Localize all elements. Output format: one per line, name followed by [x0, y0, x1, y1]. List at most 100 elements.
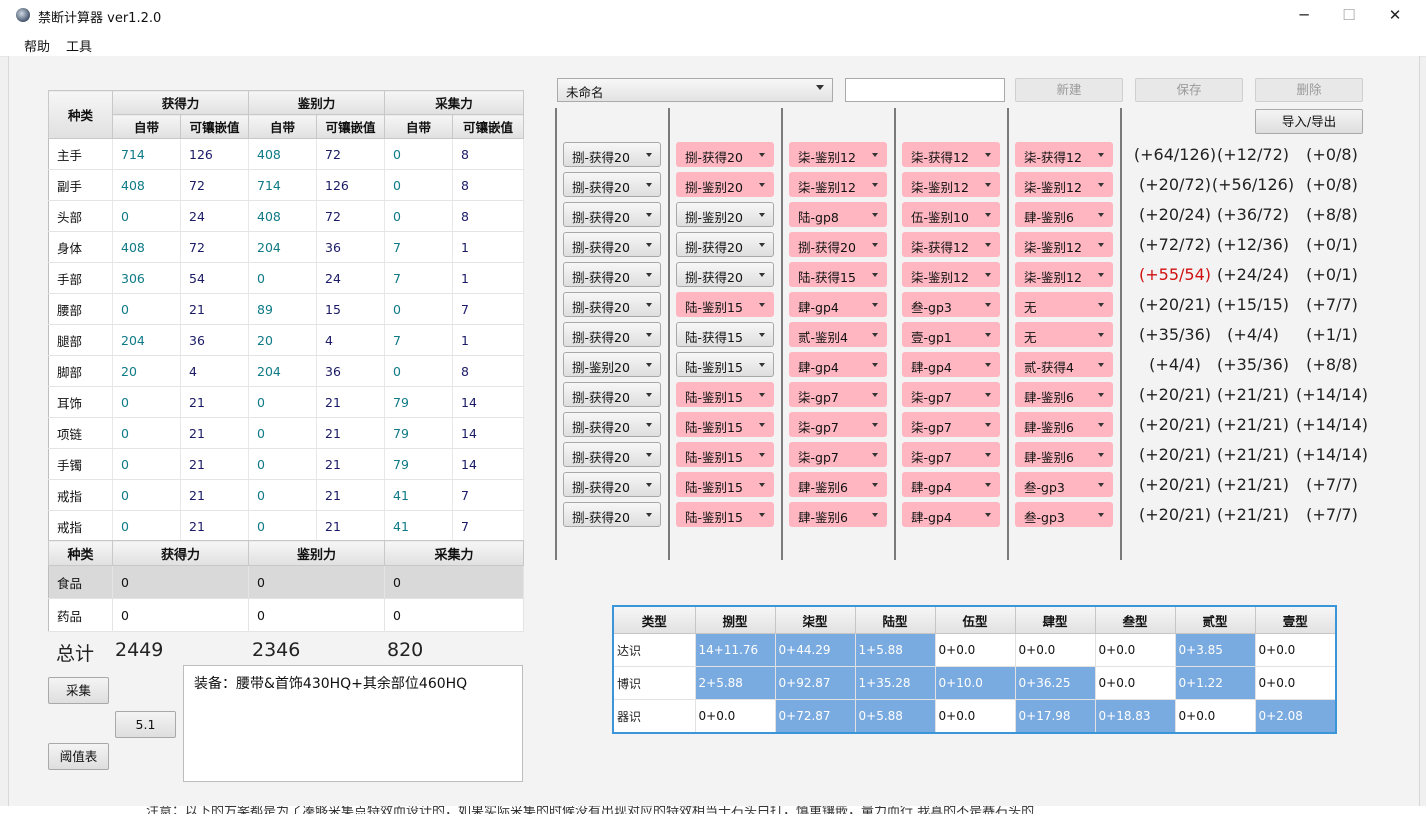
consumable-kind-header[interactable]: 种类	[48, 540, 113, 566]
base-value-cell[interactable]: 408	[112, 169, 181, 201]
table-row[interactable]: 腰部 0 21 89 15 0 7	[48, 293, 525, 325]
base-value-cell[interactable]: 0	[248, 417, 318, 449]
materia-dropdown[interactable]: 贰-鉴别4	[789, 322, 887, 347]
menu-help[interactable]: 帮助	[24, 36, 50, 55]
materia-dropdown[interactable]: 陆-获得15	[676, 322, 774, 347]
stats-header[interactable]: 贰型	[1174, 605, 1256, 634]
materia-dropdown[interactable]: 柒-鉴别12	[902, 262, 1000, 287]
meld-cap-cell[interactable]: 36	[316, 231, 386, 263]
materia-dropdown[interactable]: 无	[1015, 322, 1113, 347]
materia-dropdown[interactable]: 捌-获得20	[563, 292, 661, 317]
stats-header[interactable]: 壹型	[1254, 605, 1337, 634]
meld-cap-cell[interactable]: 21	[316, 510, 386, 542]
stats-cell[interactable]: 0+10.0	[934, 666, 1016, 700]
materia-dropdown[interactable]: 肆-鉴别6	[1015, 442, 1113, 467]
stats-cell[interactable]: 0+2.08	[1254, 699, 1337, 734]
stats-header[interactable]: 伍型	[934, 605, 1016, 634]
base-value-cell[interactable]: 79	[384, 386, 454, 418]
profile-select[interactable]: 未命名	[557, 78, 833, 102]
materia-dropdown[interactable]: 柒-gp7	[902, 382, 1000, 407]
table-row[interactable]: 戒指 0 21 0 21 41 7	[48, 510, 525, 542]
stats-header[interactable]: 陆型	[854, 605, 936, 634]
materia-dropdown[interactable]: 肆-gp4	[789, 352, 887, 377]
table-row[interactable]: 达识 14+11.76 0+44.29 1+5.88 0+0.0 0+0.0 0+0.0 0+…	[612, 633, 1337, 667]
meld-cap-cell[interactable]: 7	[452, 293, 525, 325]
meld-cap-cell[interactable]: 7	[452, 479, 525, 511]
materia-dropdown[interactable]: 柒-gp7	[789, 442, 887, 467]
materia-dropdown[interactable]: 捌-获得20	[676, 232, 774, 257]
subheader[interactable]: 可镶嵌值	[452, 114, 525, 139]
materia-dropdown[interactable]: 壹-gp1	[902, 322, 1000, 347]
materia-dropdown[interactable]: 陆-鉴别15	[676, 352, 774, 377]
meld-cap-cell[interactable]: 54	[180, 262, 250, 294]
stats-cell[interactable]: 0+1.22	[1174, 666, 1256, 700]
stats-cell[interactable]: 0+0.0	[1014, 633, 1096, 667]
subheader[interactable]: 可镶嵌值	[316, 114, 386, 139]
materia-dropdown[interactable]: 陆-鉴别15	[676, 382, 774, 407]
meld-cap-cell[interactable]: 14	[452, 386, 525, 418]
meld-cap-cell[interactable]: 8	[452, 169, 525, 201]
stats-cell[interactable]: 0+18.83	[1094, 699, 1176, 734]
base-value-cell[interactable]: 0	[248, 510, 318, 542]
consumable-gp-header[interactable]: 采集力	[384, 540, 524, 566]
stats-cell[interactable]: 0+5.88	[854, 699, 936, 734]
stats-header[interactable]: 捌型	[694, 605, 776, 634]
consumable-value-cell[interactable]: 0	[112, 565, 249, 599]
base-value-cell[interactable]: 0	[248, 262, 318, 294]
table-row[interactable]: 博识 2+5.88 0+92.87 1+35.28 0+10.0 0+36.25 0+0.0…	[612, 666, 1337, 700]
meld-cap-cell[interactable]: 14	[452, 448, 525, 480]
meld-cap-cell[interactable]: 1	[452, 231, 525, 263]
table-row[interactable]: 食品 0 0 0	[48, 565, 524, 599]
table-row[interactable]: 腿部 204 36 20 4 7 1	[48, 324, 525, 356]
materia-dropdown[interactable]: 柒-鉴别12	[1015, 172, 1113, 197]
meld-cap-cell[interactable]: 24	[180, 200, 250, 232]
meld-cap-cell[interactable]: 14	[452, 417, 525, 449]
base-value-cell[interactable]: 714	[112, 138, 181, 170]
materia-dropdown[interactable]: 陆-鉴别15	[676, 412, 774, 437]
base-value-cell[interactable]: 306	[112, 262, 181, 294]
base-value-cell[interactable]: 7	[384, 324, 454, 356]
stats-cell[interactable]: 0+36.25	[1014, 666, 1096, 700]
base-value-cell[interactable]: 20	[248, 324, 318, 356]
materia-dropdown[interactable]: 柒-鉴别12	[789, 142, 887, 167]
subheader[interactable]: 自带	[384, 114, 454, 139]
materia-dropdown[interactable]: 捌-获得20	[563, 412, 661, 437]
base-value-cell[interactable]: 7	[384, 231, 454, 263]
subheader[interactable]: 自带	[248, 114, 318, 139]
table-row[interactable]: 主手 714 126 408 72 0 8	[48, 138, 525, 170]
meld-cap-cell[interactable]: 72	[316, 138, 386, 170]
materia-dropdown[interactable]: 肆-gp4	[902, 352, 1000, 377]
base-value-cell[interactable]: 204	[248, 231, 318, 263]
table-row[interactable]: 项链 0 21 0 21 79 14	[48, 417, 525, 449]
meld-cap-cell[interactable]: 72	[180, 231, 250, 263]
materia-dropdown[interactable]: 捌-获得20	[676, 262, 774, 287]
base-value-cell[interactable]: 7	[384, 262, 454, 294]
meld-cap-cell[interactable]: 21	[180, 510, 250, 542]
materia-dropdown[interactable]: 捌-获得20	[563, 382, 661, 407]
materia-dropdown[interactable]: 捌-获得20	[563, 262, 661, 287]
stats-cell[interactable]: 0+0.0	[934, 699, 1016, 734]
consumable-value-cell[interactable]: 0	[112, 598, 249, 632]
table-row[interactable]: 耳饰 0 21 0 21 79 14	[48, 386, 525, 418]
materia-dropdown[interactable]: 柒-鉴别12	[1015, 262, 1113, 287]
base-value-cell[interactable]: 79	[384, 448, 454, 480]
materia-dropdown[interactable]: 捌-获得20	[563, 172, 661, 197]
stats-cell[interactable]: 0+44.29	[774, 633, 856, 667]
subheader[interactable]: 自带	[112, 114, 181, 139]
consumable-value-cell[interactable]: 0	[384, 598, 524, 632]
table-row[interactable]: 药品 0 0 0	[48, 598, 524, 632]
materia-dropdown[interactable]: 柒-获得12	[1015, 142, 1113, 167]
base-value-cell[interactable]: 20	[112, 355, 181, 387]
gather-button[interactable]: 采集	[48, 677, 109, 704]
materia-dropdown[interactable]: 捌-鉴别20	[563, 352, 661, 377]
materia-dropdown[interactable]: 陆-gp8	[789, 202, 887, 227]
base-value-cell[interactable]: 408	[248, 200, 318, 232]
materia-dropdown[interactable]: 捌-获得20	[563, 202, 661, 227]
base-value-cell[interactable]: 0	[248, 448, 318, 480]
materia-dropdown[interactable]: 柒-鉴别12	[1015, 232, 1113, 257]
import-export-button[interactable]: 导入/导出	[1255, 109, 1363, 134]
base-value-cell[interactable]: 0	[112, 479, 181, 511]
meld-cap-cell[interactable]: 126	[316, 169, 386, 201]
materia-dropdown[interactable]: 捌-获得20	[789, 232, 887, 257]
base-value-cell[interactable]: 79	[384, 417, 454, 449]
